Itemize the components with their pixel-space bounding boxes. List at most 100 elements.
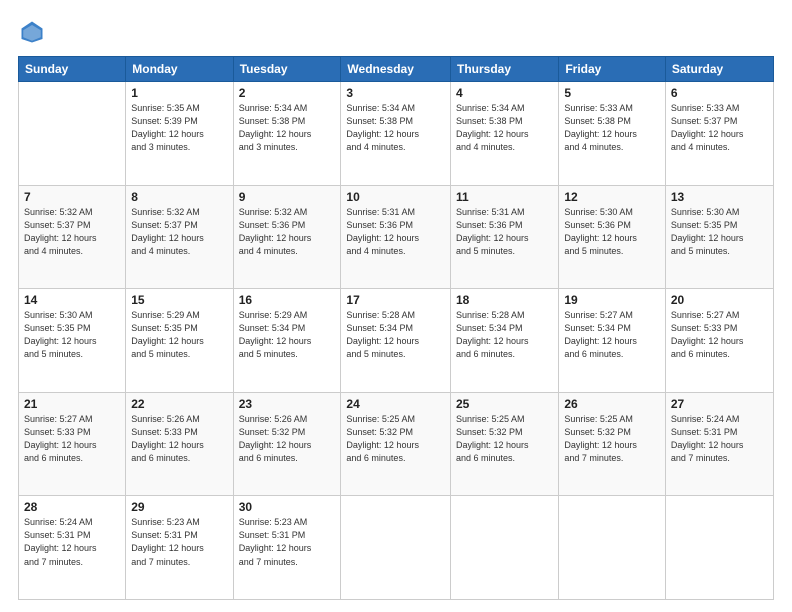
day-number: 14 — [24, 293, 120, 307]
calendar-cell: 12 Sunrise: 5:30 AM Sunset: 5:36 PM Dayli… — [559, 185, 666, 289]
calendar-cell: 2 Sunrise: 5:34 AM Sunset: 5:38 PM Daylig… — [233, 82, 341, 186]
day-number: 12 — [564, 190, 660, 204]
day-number: 5 — [564, 86, 660, 100]
calendar-cell: 7 Sunrise: 5:32 AM Sunset: 5:37 PM Daylig… — [19, 185, 126, 289]
calendar-cell: 15Sunrise: 5:29 AM Sunset: 5:35 PM Dayli… — [126, 289, 233, 393]
calendar-cell: 4 Sunrise: 5:34 AM Sunset: 5:38 PM Daylig… — [451, 82, 559, 186]
day-info: Sunrise: 5:28 AM Sunset: 5:34 PM Dayligh… — [456, 309, 553, 361]
day-info: Sunrise: 5:31 AM Sunset: 5:36 PM Dayligh… — [456, 206, 553, 258]
calendar-cell: 5 Sunrise: 5:33 AM Sunset: 5:38 PM Daylig… — [559, 82, 666, 186]
logo — [18, 18, 50, 46]
calendar-cell: 19 Sunrise: 5:27 AM Sunset: 5:34 PM Dayli… — [559, 289, 666, 393]
calendar-cell — [559, 496, 666, 600]
day-number: 7 — [24, 190, 120, 204]
calendar-cell: 18Sunrise: 5:28 AM Sunset: 5:34 PM Dayli… — [451, 289, 559, 393]
day-info: Sunrise: 5:30 AM Sunset: 5:35 PM Dayligh… — [671, 206, 768, 258]
day-info: Sunrise: 5:34 AM Sunset: 5:38 PM Dayligh… — [346, 102, 445, 154]
day-info: Sunrise: 5:32 AM Sunset: 5:36 PM Dayligh… — [239, 206, 336, 258]
day-number: 19 — [564, 293, 660, 307]
calendar: SundayMondayTuesdayWednesdayThursdayFrid… — [18, 56, 774, 600]
calendar-cell: 24Sunrise: 5:25 AM Sunset: 5:32 PM Dayli… — [341, 392, 451, 496]
calendar-cell: 8 Sunrise: 5:32 AM Sunset: 5:37 PM Daylig… — [126, 185, 233, 289]
day-number: 8 — [131, 190, 227, 204]
calendar-cell: 13 Sunrise: 5:30 AM Sunset: 5:35 PM Dayli… — [665, 185, 773, 289]
week-row-2: 7 Sunrise: 5:32 AM Sunset: 5:37 PM Daylig… — [19, 185, 774, 289]
day-info: Sunrise: 5:25 AM Sunset: 5:32 PM Dayligh… — [346, 413, 445, 465]
day-info: Sunrise: 5:26 AM Sunset: 5:33 PM Dayligh… — [131, 413, 227, 465]
day-number: 10 — [346, 190, 445, 204]
day-info: Sunrise: 5:28 AM Sunset: 5:34 PM Dayligh… — [346, 309, 445, 361]
weekday-header-monday: Monday — [126, 57, 233, 82]
day-number: 4 — [456, 86, 553, 100]
day-info: Sunrise: 5:31 AM Sunset: 5:36 PM Dayligh… — [346, 206, 445, 258]
calendar-cell: 9 Sunrise: 5:32 AM Sunset: 5:36 PM Daylig… — [233, 185, 341, 289]
calendar-cell: 6Sunrise: 5:33 AM Sunset: 5:37 PM Daylig… — [665, 82, 773, 186]
calendar-cell: 1 Sunrise: 5:35 AM Sunset: 5:39 PM Daylig… — [126, 82, 233, 186]
day-info: Sunrise: 5:30 AM Sunset: 5:36 PM Dayligh… — [564, 206, 660, 258]
calendar-cell: 25 Sunrise: 5:25 AM Sunset: 5:32 PM Dayli… — [451, 392, 559, 496]
day-number: 21 — [24, 397, 120, 411]
week-row-1: 1 Sunrise: 5:35 AM Sunset: 5:39 PM Daylig… — [19, 82, 774, 186]
calendar-cell: 29 Sunrise: 5:23 AM Sunset: 5:31 PM Dayli… — [126, 496, 233, 600]
calendar-cell — [341, 496, 451, 600]
calendar-cell: 22 Sunrise: 5:26 AM Sunset: 5:33 PM Dayli… — [126, 392, 233, 496]
week-row-5: 28 Sunrise: 5:24 AM Sunset: 5:31 PM Dayli… — [19, 496, 774, 600]
day-number: 20 — [671, 293, 768, 307]
calendar-cell: 17 Sunrise: 5:28 AM Sunset: 5:34 PM Dayli… — [341, 289, 451, 393]
weekday-header-tuesday: Tuesday — [233, 57, 341, 82]
day-info: Sunrise: 5:32 AM Sunset: 5:37 PM Dayligh… — [131, 206, 227, 258]
day-info: Sunrise: 5:24 AM Sunset: 5:31 PM Dayligh… — [671, 413, 768, 465]
day-number: 26 — [564, 397, 660, 411]
day-number: 29 — [131, 500, 227, 514]
calendar-cell: 3 Sunrise: 5:34 AM Sunset: 5:38 PM Daylig… — [341, 82, 451, 186]
day-number: 17 — [346, 293, 445, 307]
day-info: Sunrise: 5:33 AM Sunset: 5:38 PM Dayligh… — [564, 102, 660, 154]
day-info: Sunrise: 5:34 AM Sunset: 5:38 PM Dayligh… — [239, 102, 336, 154]
logo-icon — [18, 18, 46, 46]
day-info: Sunrise: 5:32 AM Sunset: 5:37 PM Dayligh… — [24, 206, 120, 258]
weekday-header-sunday: Sunday — [19, 57, 126, 82]
calendar-cell: 11 Sunrise: 5:31 AM Sunset: 5:36 PM Dayli… — [451, 185, 559, 289]
day-number: 9 — [239, 190, 336, 204]
weekday-header-row: SundayMondayTuesdayWednesdayThursdayFrid… — [19, 57, 774, 82]
calendar-cell — [451, 496, 559, 600]
day-number: 22 — [131, 397, 227, 411]
day-info: Sunrise: 5:27 AM Sunset: 5:33 PM Dayligh… — [671, 309, 768, 361]
calendar-cell — [665, 496, 773, 600]
day-info: Sunrise: 5:24 AM Sunset: 5:31 PM Dayligh… — [24, 516, 120, 568]
week-row-3: 14 Sunrise: 5:30 AM Sunset: 5:35 PM Dayli… — [19, 289, 774, 393]
day-info: Sunrise: 5:29 AM Sunset: 5:34 PM Dayligh… — [239, 309, 336, 361]
day-number: 1 — [131, 86, 227, 100]
calendar-cell: 16Sunrise: 5:29 AM Sunset: 5:34 PM Dayli… — [233, 289, 341, 393]
day-info: Sunrise: 5:30 AM Sunset: 5:35 PM Dayligh… — [24, 309, 120, 361]
day-number: 28 — [24, 500, 120, 514]
calendar-cell: 20 Sunrise: 5:27 AM Sunset: 5:33 PM Dayli… — [665, 289, 773, 393]
weekday-header-saturday: Saturday — [665, 57, 773, 82]
calendar-cell: 30Sunrise: 5:23 AM Sunset: 5:31 PM Dayli… — [233, 496, 341, 600]
page: SundayMondayTuesdayWednesdayThursdayFrid… — [0, 0, 792, 612]
calendar-cell: 10 Sunrise: 5:31 AM Sunset: 5:36 PM Dayli… — [341, 185, 451, 289]
day-info: Sunrise: 5:27 AM Sunset: 5:34 PM Dayligh… — [564, 309, 660, 361]
day-number: 25 — [456, 397, 553, 411]
calendar-cell: 28 Sunrise: 5:24 AM Sunset: 5:31 PM Dayli… — [19, 496, 126, 600]
day-number: 23 — [239, 397, 336, 411]
day-number: 3 — [346, 86, 445, 100]
day-info: Sunrise: 5:29 AM Sunset: 5:35 PM Dayligh… — [131, 309, 227, 361]
day-info: Sunrise: 5:23 AM Sunset: 5:31 PM Dayligh… — [131, 516, 227, 568]
calendar-cell: 23 Sunrise: 5:26 AM Sunset: 5:32 PM Dayli… — [233, 392, 341, 496]
day-number: 13 — [671, 190, 768, 204]
day-number: 27 — [671, 397, 768, 411]
day-number: 11 — [456, 190, 553, 204]
day-info: Sunrise: 5:34 AM Sunset: 5:38 PM Dayligh… — [456, 102, 553, 154]
day-info: Sunrise: 5:35 AM Sunset: 5:39 PM Dayligh… — [131, 102, 227, 154]
calendar-cell: 27 Sunrise: 5:24 AM Sunset: 5:31 PM Dayli… — [665, 392, 773, 496]
header — [18, 18, 774, 46]
weekday-header-thursday: Thursday — [451, 57, 559, 82]
day-info: Sunrise: 5:27 AM Sunset: 5:33 PM Dayligh… — [24, 413, 120, 465]
day-info: Sunrise: 5:33 AM Sunset: 5:37 PM Dayligh… — [671, 102, 768, 154]
calendar-cell: 14 Sunrise: 5:30 AM Sunset: 5:35 PM Dayli… — [19, 289, 126, 393]
calendar-cell: 21 Sunrise: 5:27 AM Sunset: 5:33 PM Dayli… — [19, 392, 126, 496]
day-info: Sunrise: 5:26 AM Sunset: 5:32 PM Dayligh… — [239, 413, 336, 465]
day-number: 2 — [239, 86, 336, 100]
day-info: Sunrise: 5:25 AM Sunset: 5:32 PM Dayligh… — [456, 413, 553, 465]
